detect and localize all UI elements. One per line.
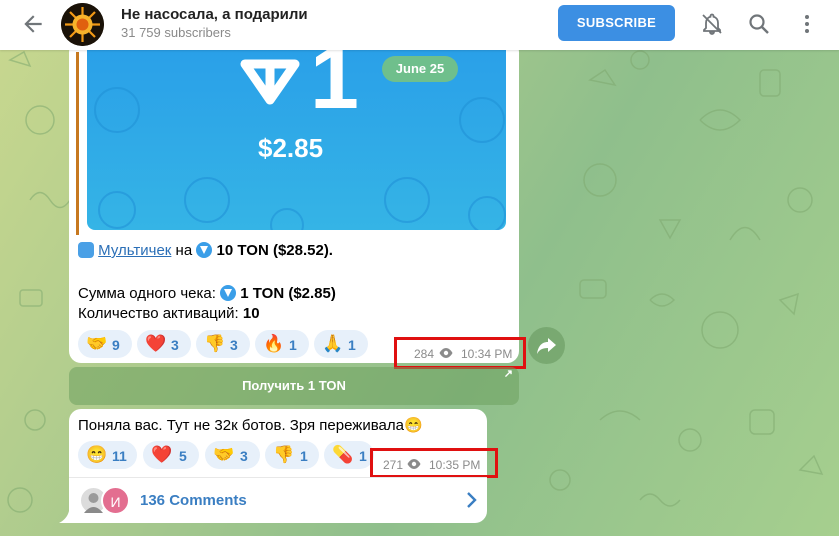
reaction-count: 9 (112, 337, 120, 353)
reaction-pill[interactable]: 💊 1 (324, 441, 374, 469)
external-link-icon: ↗ (503, 368, 513, 380)
reaction-emoji: 🙏 (322, 334, 344, 353)
image-amount: 1 (310, 50, 359, 127)
reaction-thumbs-down[interactable]: 👎 1 (265, 441, 319, 469)
reaction-count: 3 (240, 448, 248, 464)
reaction-count: 1 (289, 337, 297, 353)
reaction-heart[interactable]: ❤️ 3 (137, 330, 191, 358)
reaction-count: 1 (348, 337, 356, 353)
reaction-emoji: 😁 (86, 445, 108, 464)
reaction-emoji: 👎 (273, 445, 295, 464)
chevron-right-icon[interactable] (464, 490, 480, 510)
reaction-emoji: 💊 (332, 445, 354, 464)
reaction-emoji: ❤️ (151, 445, 173, 464)
channel-header: Не насосала, а подарили 31 759 subscribe… (0, 0, 839, 50)
subscriber-count: 31 759 subscribers (121, 25, 231, 40)
ton-icon (196, 242, 213, 258)
comments-link[interactable]: 136 Comments (140, 492, 247, 509)
highlight-box (394, 337, 526, 369)
share-button[interactable] (528, 327, 565, 364)
reaction-emoji: 🤝 (213, 445, 235, 464)
subscribe-button[interactable]: SUBSCRIBE (558, 5, 675, 41)
date-badge: June 25 (382, 56, 458, 82)
reaction-emoji: ❤️ (145, 334, 167, 353)
reaction-handshake[interactable]: 🤝 3 (205, 441, 260, 469)
channel-title[interactable]: Не насосала, а подарили (121, 6, 308, 23)
back-arrow-icon[interactable] (20, 11, 46, 37)
share-arrow-icon (537, 338, 556, 354)
check-amount: 1 TON ($2.85) (240, 285, 336, 302)
multicheck-link[interactable]: Мультичек (98, 242, 171, 259)
reaction-thumbs-down[interactable]: 👎 3 (196, 330, 250, 358)
reaction-grin[interactable]: 😁 11 (78, 441, 137, 469)
search-icon[interactable] (747, 12, 771, 36)
reaction-count: 11 (112, 448, 127, 464)
reaction-pray[interactable]: 🙏 1 (314, 330, 368, 358)
check-amount-label: Сумма одного чека: (78, 285, 216, 302)
activations-label: Количество активаций: (78, 305, 239, 322)
activations-value: 10 (242, 305, 260, 322)
bell-off-icon[interactable] (700, 12, 724, 36)
total-amount: 10 TON ($28.52). (216, 242, 333, 259)
more-vertical-icon[interactable] (795, 12, 819, 36)
reaction-handshake[interactable]: 🤝 9 (78, 330, 132, 358)
commenter-avatar-initial: И (101, 486, 130, 515)
reaction-fire[interactable]: 🔥 1 (255, 330, 309, 358)
quote-bar (76, 52, 79, 235)
image-price: $2.85 (258, 133, 324, 163)
reaction-count: 3 (230, 337, 238, 353)
reaction-emoji: 👎 (204, 334, 226, 353)
reaction-count: 5 (179, 448, 187, 464)
reaction-emoji: 🔥 (263, 334, 285, 353)
reaction-count: 1 (359, 448, 367, 464)
highlight-box (370, 448, 498, 478)
get-ton-button[interactable]: Получить 1 TON ↗ (69, 367, 519, 405)
message-line-1: Мультичек на 10 TON ($28.52). (78, 242, 333, 259)
ton-icon (220, 285, 237, 301)
get-ton-label: Получить 1 TON (242, 378, 346, 393)
reaction-count: 1 (300, 448, 308, 464)
text-na: на (175, 242, 193, 259)
reaction-emoji: 🤝 (86, 334, 108, 353)
reaction-heart[interactable]: ❤️ 5 (143, 441, 199, 469)
message-line-2: Сумма одного чека: 1 TON ($2.85) (78, 285, 336, 302)
message-text: Поняла вас. Тут не 32к ботов. Зря пережи… (78, 417, 423, 434)
reaction-count: 3 (171, 337, 179, 353)
robot-icon (78, 242, 94, 258)
message-line-3: Количество активаций: 10 (78, 305, 260, 322)
comments-divider (69, 477, 487, 478)
channel-avatar[interactable] (61, 3, 104, 46)
